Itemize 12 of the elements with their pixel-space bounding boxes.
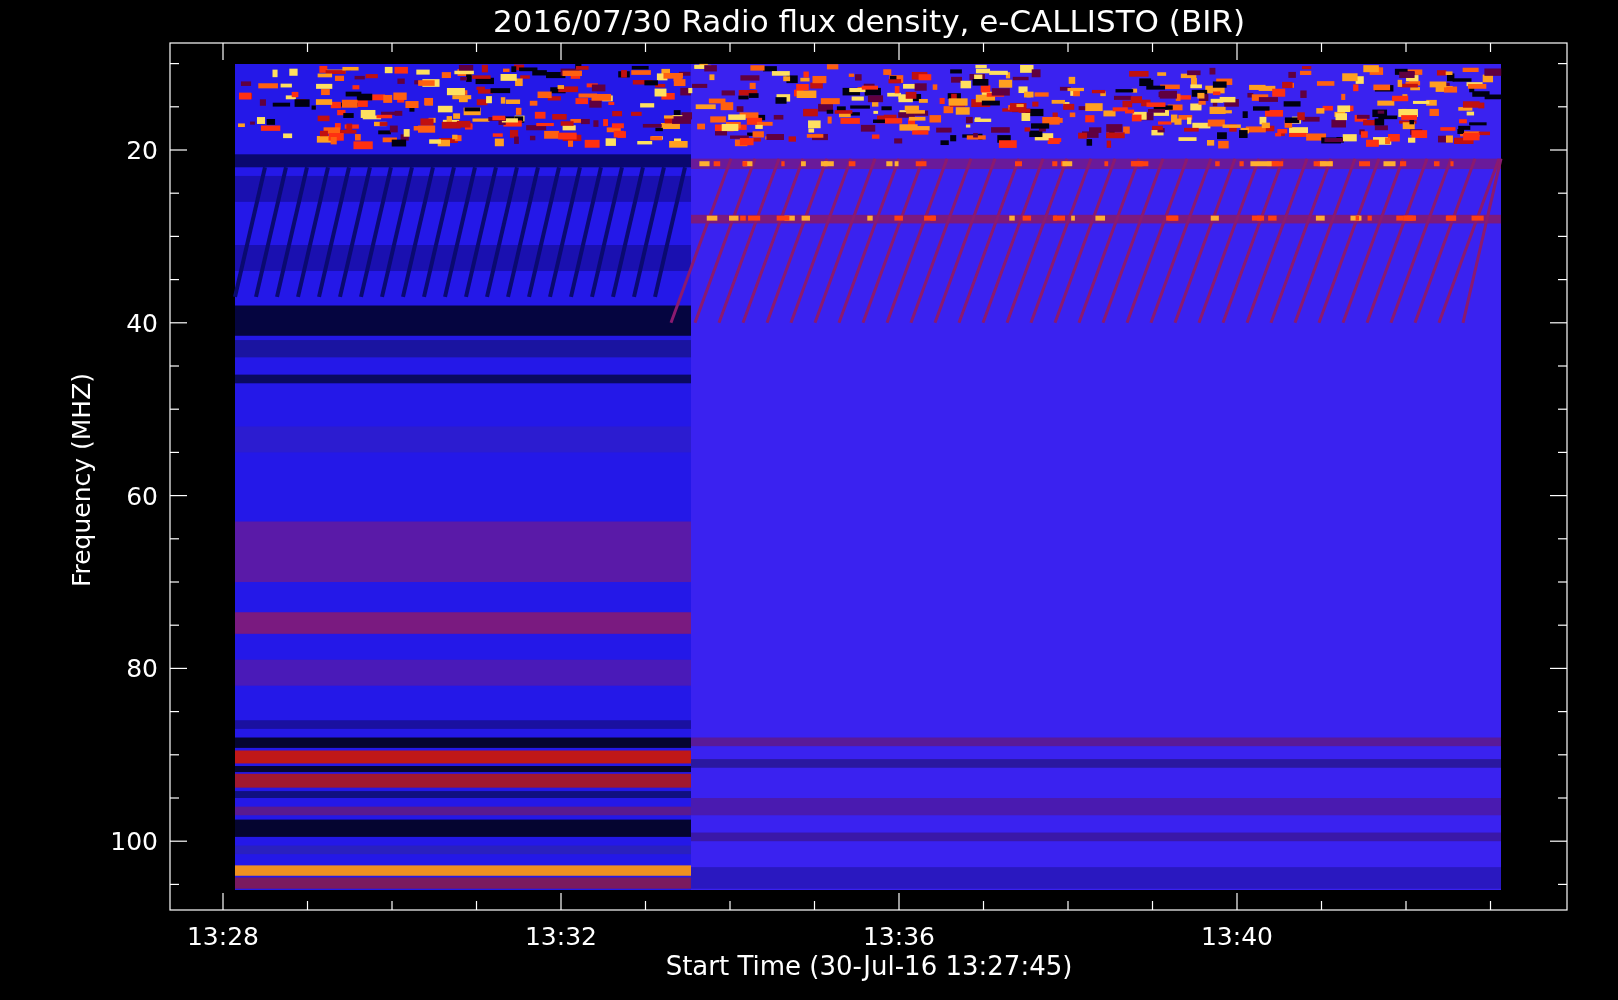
tick-label: 13:40 (1201, 922, 1273, 951)
tick-label: 40 (126, 308, 158, 338)
tick-label: 13:32 (525, 922, 597, 951)
chart-title: 2016/07/30 Radio flux density, e-CALLISTO (BIR) (493, 3, 1245, 39)
tick-label: 20 (126, 136, 158, 165)
axis-label: Start Time (30-Jul-16 13:27:45) (665, 951, 1073, 981)
axis-label: Frequency (MHZ) (67, 372, 96, 588)
tick-label: 80 (126, 654, 158, 684)
tick-label: 100 (110, 827, 158, 857)
tick-label: 13:36 (863, 922, 935, 951)
tick-label: 60 (126, 481, 158, 511)
tick-label: 13:28 (187, 922, 259, 951)
